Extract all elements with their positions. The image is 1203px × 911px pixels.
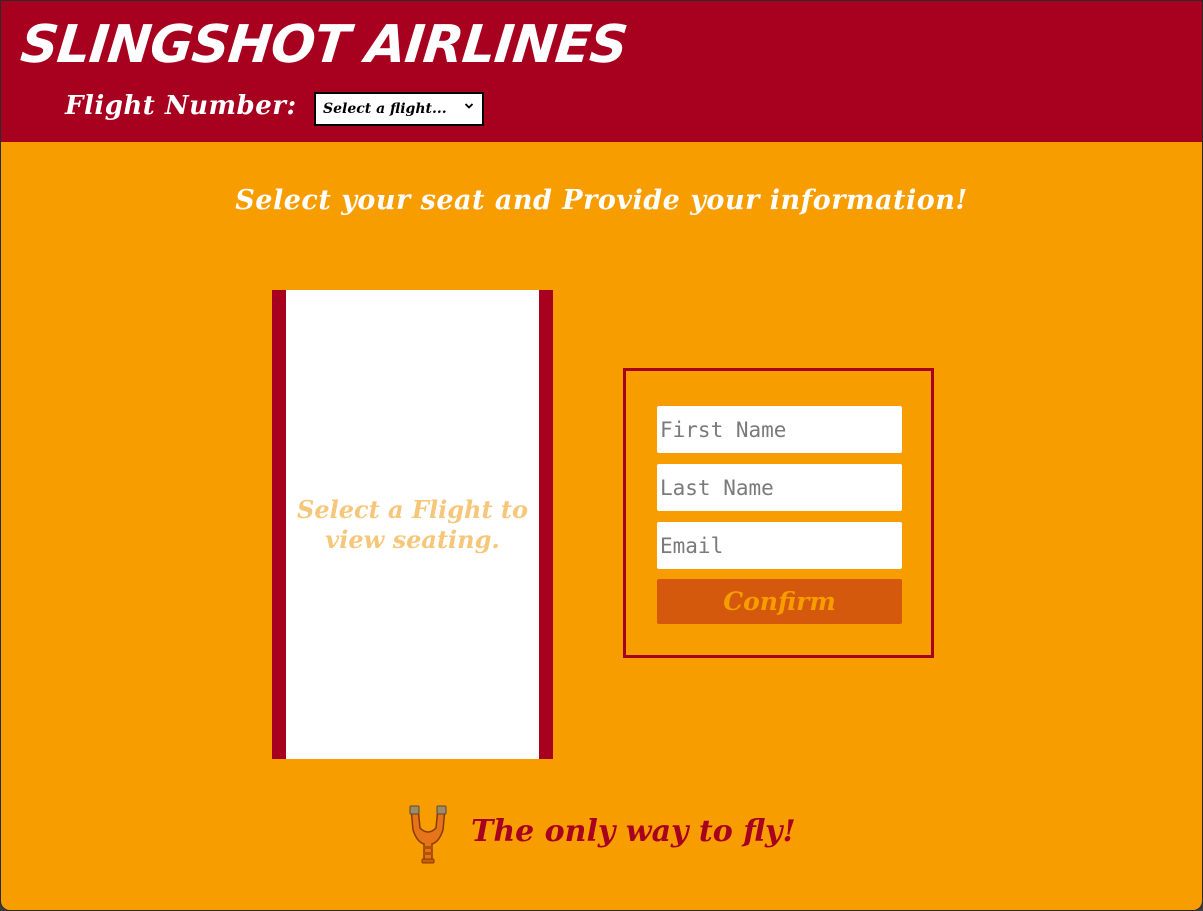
- tagline: The only way to fly!: [471, 814, 796, 849]
- page-heading: Select your seat and Provide your inform…: [235, 185, 968, 216]
- confirm-button[interactable]: Confirm: [657, 579, 902, 624]
- last-name-placeholder: Last Name: [660, 475, 774, 500]
- first-name-placeholder: First Name: [660, 417, 787, 442]
- app-window: SLINGSHOT AIRLINES Flight Number: Select…: [0, 0, 1203, 911]
- passenger-form: First Name Last Name Email Confirm: [623, 368, 934, 658]
- slingshot-icon: [409, 805, 447, 864]
- header-bar: SLINGSHOT AIRLINES Flight Number: Select…: [1, 1, 1202, 142]
- flight-number-label: Flight Number:: [65, 91, 297, 121]
- flight-select-value: Select a flight...: [323, 101, 447, 117]
- last-name-field[interactable]: Last Name: [657, 464, 902, 511]
- flight-select[interactable]: Select a flight...: [314, 92, 484, 126]
- brand-title: SLINGSHOT AIRLINES: [17, 15, 630, 75]
- chevron-down-icon: [464, 103, 474, 109]
- seat-map-panel: Select a Flight to view seating.: [272, 290, 553, 759]
- email-field[interactable]: Email: [657, 522, 902, 569]
- first-name-field[interactable]: First Name: [657, 406, 902, 453]
- seat-map-message: Select a Flight to view seating.: [297, 495, 528, 554]
- email-placeholder: Email: [660, 533, 724, 558]
